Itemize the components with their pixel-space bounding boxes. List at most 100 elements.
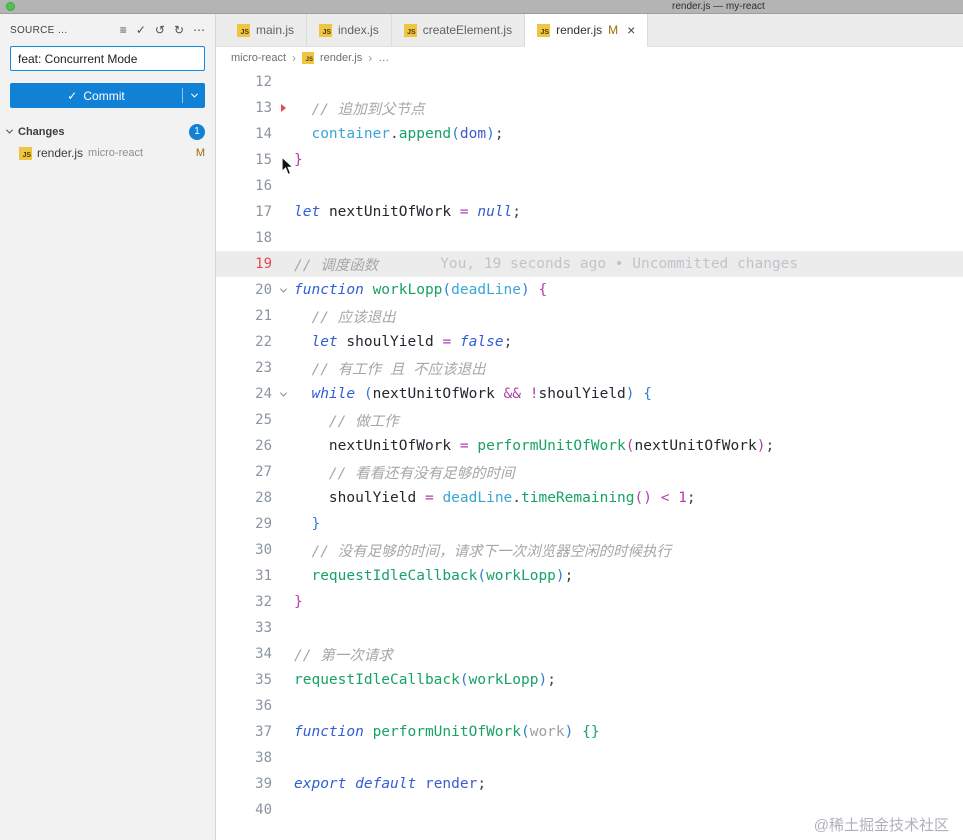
code-line[interactable]: 39 export default render; [216, 771, 963, 797]
changed-file-item[interactable]: JS render.js micro-react M [0, 142, 215, 164]
file-folder: micro-react [88, 147, 144, 159]
code-line[interactable]: 13 // 追加到父节点 [216, 95, 963, 121]
line-number[interactable]: 16 [216, 178, 272, 194]
git-status-modified: M [195, 147, 205, 159]
commit-button[interactable]: ✓ Commit [10, 83, 205, 108]
code-line[interactable]: 37 function performUnitOfWork(work) {} [216, 719, 963, 745]
line-number[interactable]: 35 [216, 672, 272, 688]
line-number[interactable]: 33 [216, 620, 272, 636]
tab-main-js[interactable]: JS main.js [225, 14, 308, 46]
code-line[interactable]: 24 while (nextUnitOfWork && !shoulYield)… [216, 381, 963, 407]
line-number[interactable]: 22 [216, 334, 272, 350]
fold-chevron-icon[interactable] [279, 389, 287, 397]
code-text: // 做工作 [328, 413, 399, 430]
line-number[interactable]: 40 [216, 802, 272, 818]
line-number[interactable]: 13 [216, 100, 272, 116]
line-number[interactable]: 38 [216, 750, 272, 766]
list-icon[interactable]: ≡ [120, 24, 127, 36]
line-number[interactable]: 30 [216, 542, 272, 558]
breadcrumb-symbol[interactable]: … [378, 52, 389, 64]
breadcrumb-file[interactable]: render.js [320, 52, 362, 64]
line-number[interactable]: 17 [216, 204, 272, 220]
source-control-sidebar: SOURCE … ≡ ✓ ↺ ↻ ⋯ ✓ Commit Changes 1 [0, 14, 216, 840]
code-line[interactable]: 27 // 看看还有没有足够的时间 [216, 459, 963, 485]
commit-message-input[interactable] [10, 46, 205, 71]
code-line[interactable]: 35 requestIdleCallback(workLopp); [216, 667, 963, 693]
source-control-title: SOURCE … [10, 24, 68, 36]
code-line[interactable]: 29 } [216, 511, 963, 537]
code-line[interactable]: 26 nextUnitOfWork = performUnitOfWork(ne… [216, 433, 963, 459]
code-line[interactable]: 14 container.append(dom); [216, 121, 963, 147]
chevron-down-icon [190, 90, 198, 98]
line-number[interactable]: 36 [216, 698, 272, 714]
code-line[interactable]: 18 [216, 225, 963, 251]
line-number[interactable]: 20 [216, 282, 272, 298]
js-file-icon: JS [302, 52, 315, 64]
fold-chevron-icon[interactable] [279, 285, 287, 293]
commit-button-main[interactable]: ✓ Commit [10, 89, 182, 103]
code-line[interactable]: 33 [216, 615, 963, 641]
line-number[interactable]: 39 [216, 776, 272, 792]
commit-dropdown-button[interactable] [183, 90, 205, 98]
breadcrumb-folder[interactable]: micro-react [231, 52, 286, 64]
code-line[interactable]: 32} [216, 589, 963, 615]
line-number[interactable]: 28 [216, 490, 272, 506]
changes-section-header[interactable]: Changes 1 [0, 121, 215, 142]
code-text: // 看看还有没有足够的时间 [328, 465, 515, 482]
line-number[interactable]: 29 [216, 516, 272, 532]
check-icon: ✓ [67, 88, 78, 103]
check-icon[interactable]: ✓ [136, 24, 146, 36]
line-number[interactable]: 23 [216, 360, 272, 376]
code-line[interactable]: 30 // 没有足够的时间，请求下一次浏览器空闲的时候执行 [216, 537, 963, 563]
line-number[interactable]: 31 [216, 568, 272, 584]
modified-line-marker-icon [280, 104, 286, 112]
more-actions-icon[interactable]: ⋯ [193, 24, 205, 36]
line-number[interactable]: 34 [216, 646, 272, 662]
line-number[interactable]: 12 [216, 74, 272, 90]
code-text: } [294, 152, 303, 168]
code-line[interactable]: 28 shoulYield = deadLine.timeRemaining()… [216, 485, 963, 511]
code-line[interactable]: 22 let shoulYield = false; [216, 329, 963, 355]
window-titlebar: render.js — my-react [0, 0, 963, 14]
code-line[interactable]: 19 // 调度函数 You, 19 seconds ago • Uncommitt… [216, 251, 963, 277]
line-number[interactable]: 18 [216, 230, 272, 246]
line-number[interactable]: 14 [216, 126, 272, 142]
code-line[interactable]: 21 // 应该退出 [216, 303, 963, 329]
code-line[interactable]: 34 // 第一次请求 [216, 641, 963, 667]
close-icon[interactable]: × [627, 23, 635, 37]
refresh-icon[interactable]: ↻ [174, 24, 184, 36]
code-line[interactable]: 23 // 有工作 且 不应该退出 [216, 355, 963, 381]
changes-label: Changes [18, 125, 65, 138]
code-line[interactable]: 20 function workLopp(deadLine) { [216, 277, 963, 303]
line-number[interactable]: 24 [216, 386, 272, 402]
chevron-right-icon: › [368, 51, 373, 65]
line-number[interactable]: 21 [216, 308, 272, 324]
code-editor[interactable]: 12 13 // 追加到父节点 14 container.append(dom); 1… [216, 69, 963, 840]
code-line[interactable]: 38 [216, 745, 963, 771]
line-number[interactable]: 37 [216, 724, 272, 740]
code-line[interactable]: 36 [216, 693, 963, 719]
tab-createelement-js[interactable]: JS createElement.js [391, 14, 526, 46]
tab-render-js[interactable]: JS render.js M × [525, 14, 649, 47]
line-number[interactable]: 25 [216, 412, 272, 428]
code-text: // 追加到父节点 [311, 101, 425, 118]
tab-index-js[interactable]: JS index.js [307, 14, 392, 46]
code-line[interactable]: 12 [216, 69, 963, 95]
code-line[interactable]: 31 requestIdleCallback(workLopp); [216, 563, 963, 589]
js-file-icon: JS [537, 23, 551, 37]
line-number[interactable]: 26 [216, 438, 272, 454]
undo-icon[interactable]: ↺ [155, 24, 165, 36]
window-control-green[interactable] [6, 2, 15, 11]
code-line[interactable]: 15} [216, 147, 963, 173]
line-number[interactable]: 15 [216, 152, 272, 168]
code-line[interactable]: 25 // 做工作 [216, 407, 963, 433]
line-number[interactable]: 27 [216, 464, 272, 480]
line-number[interactable]: 32 [216, 594, 272, 610]
code-line[interactable]: 17 let nextUnitOfWork = null; [216, 199, 963, 225]
code-line[interactable]: 16 [216, 173, 963, 199]
changes-count-badge: 1 [189, 123, 205, 140]
gutter-fold-column[interactable] [272, 389, 294, 397]
line-number[interactable]: 19 [216, 256, 272, 272]
code-text: // 第一次请求 [294, 647, 393, 664]
gutter-fold-column[interactable] [272, 285, 294, 293]
